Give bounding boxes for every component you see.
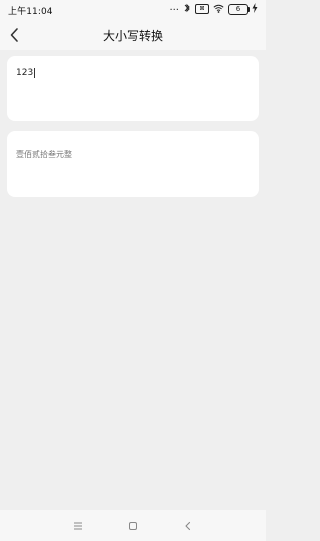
page-title: 大小写转换: [102, 29, 163, 43]
input-value-wrap: 123: [16, 68, 36, 78]
square-home-icon: [129, 522, 137, 530]
input-value: 123: [16, 68, 34, 78]
chevron-left-icon: [185, 521, 191, 531]
bluetooth-icon: [183, 3, 191, 15]
status-dots: ...: [169, 1, 179, 13]
sim-icon: ⊠: [195, 4, 209, 14]
text-caret: [34, 68, 36, 78]
result-output-box: 壹佰贰拾叁元整: [7, 131, 259, 197]
recent-apps-button[interactable]: [71, 518, 85, 532]
status-icons: ... ⊠ 6: [169, 1, 258, 15]
system-back-button[interactable]: [181, 518, 195, 532]
status-time: 上午11:04: [8, 7, 53, 17]
top-nav-bar: 大小写转换: [0, 20, 266, 50]
status-bar: 上午11:04 ... ⊠ 6: [0, 0, 266, 20]
wifi-icon: [213, 4, 224, 15]
home-button[interactable]: [126, 518, 140, 532]
system-nav-bar: [0, 510, 266, 541]
number-input-field[interactable]: 123: [7, 56, 259, 121]
battery-icon: 6: [228, 3, 250, 15]
charging-icon: [252, 3, 258, 15]
result-text: 壹佰贰拾叁元整: [16, 150, 72, 159]
menu-lines-icon: [74, 522, 82, 530]
